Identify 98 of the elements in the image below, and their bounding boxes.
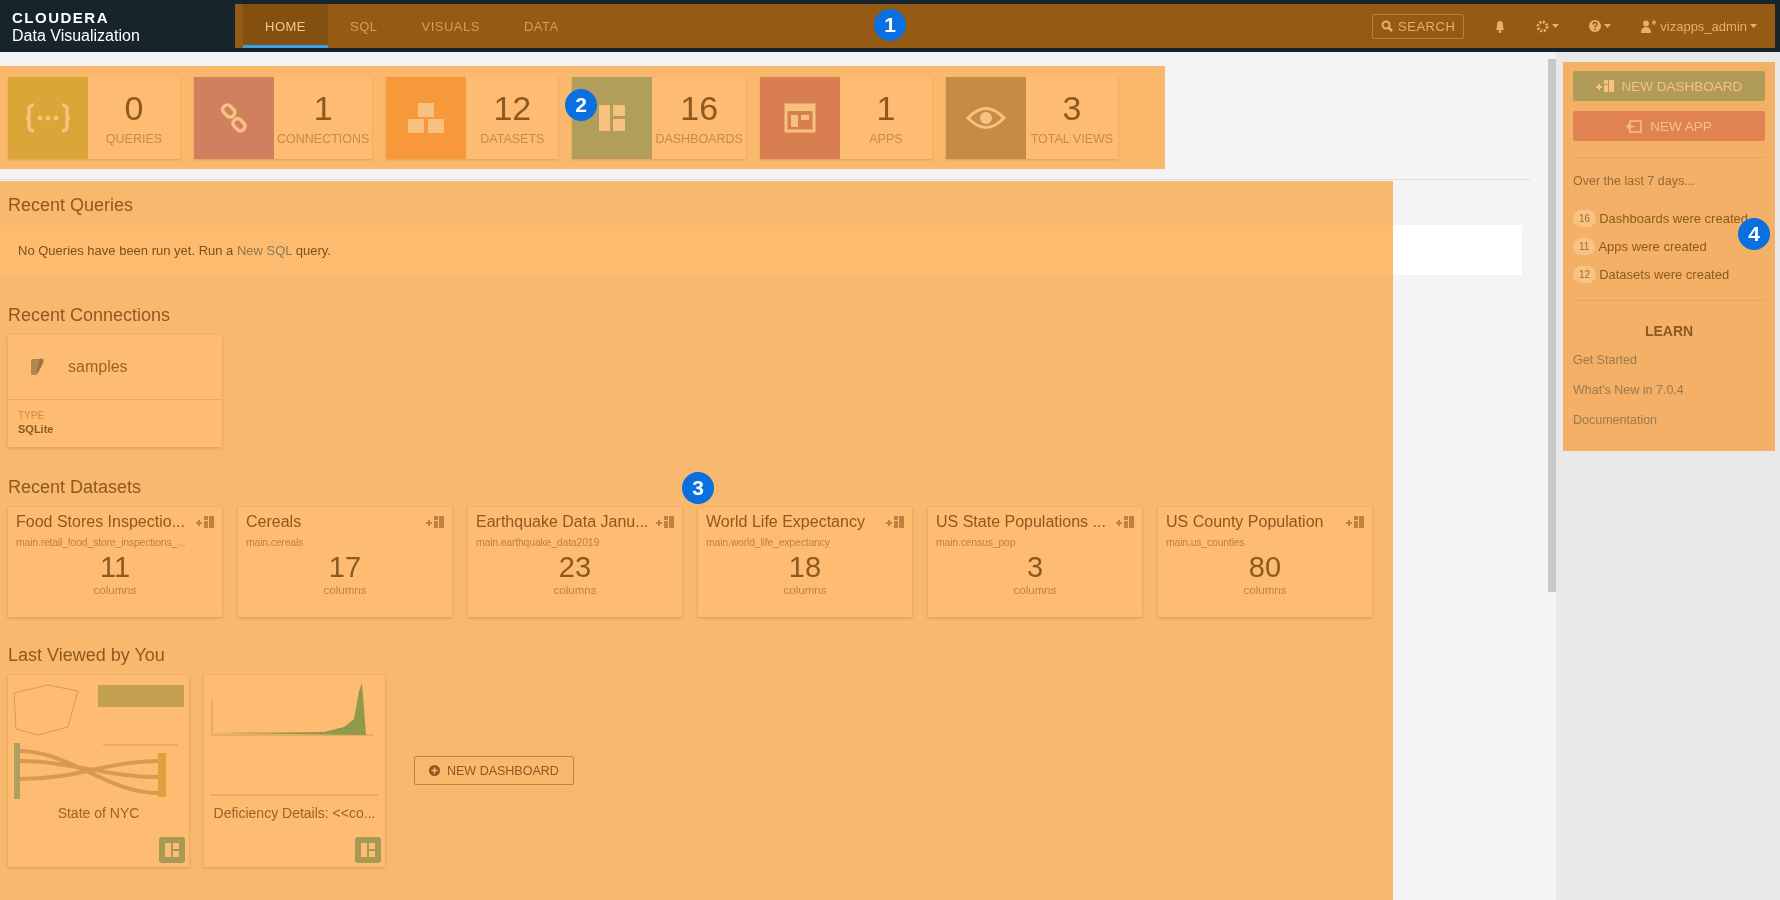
search-button[interactable]: SEARCH — [1372, 13, 1465, 39]
add-dashboard-icon[interactable] — [656, 516, 674, 528]
activity-text: Apps were created — [1598, 239, 1707, 254]
caret-icon — [1604, 24, 1612, 28]
dataset-card[interactable]: World Life Expectancy main.world_life_expectancy 18 columns — [698, 507, 912, 617]
stat-value: 3 — [1062, 89, 1082, 128]
help-icon — [1589, 20, 1602, 32]
count-unit: columns — [323, 584, 367, 596]
dataset-table: main.earthquake_data2019 — [476, 536, 674, 548]
count-unit: columns — [1243, 584, 1287, 596]
settings-icon — [1536, 19, 1550, 33]
dataset-card[interactable]: US State Populations ... main.census_pop 3 columns — [928, 507, 1142, 617]
add-dashboard-icon[interactable] — [196, 516, 214, 528]
new-dashboard-button[interactable]: NEW DASHBOARD — [414, 756, 574, 785]
count-unit: columns — [783, 584, 827, 596]
column-count: 3 — [1026, 551, 1044, 584]
dataset-name: Cereals — [246, 513, 302, 531]
dataset-table: main.world_life_expectancy — [706, 536, 904, 548]
dataset-card[interactable]: Cereals main.cereals 17 columns — [238, 507, 452, 617]
dataset-card[interactable]: Earthquake Data Janu... main.earthquake_data2019 23 columns — [468, 507, 682, 617]
stat-value: 0 — [124, 89, 144, 128]
learn-heading: LEARN — [1644, 323, 1694, 339]
section-title: Recent Connections — [8, 305, 171, 326]
stat-value: 16 — [680, 89, 719, 128]
user-name: vizapps_admin — [1660, 18, 1747, 34]
dashboard-title: Deficiency Details: <<co... — [213, 805, 376, 821]
count-unit: columns — [1013, 584, 1057, 596]
add-dashboard-icon[interactable] — [426, 516, 444, 528]
column-count: 11 — [99, 551, 131, 584]
dataset-table: main.retail_food_store_inspections_... — [16, 536, 214, 548]
dashboard-card[interactable]: Deficiency Details: <<co... — [204, 675, 385, 867]
database-icon — [28, 357, 46, 377]
learn-link[interactable]: Get Started — [1573, 353, 1765, 367]
column-count: 17 — [328, 551, 362, 584]
bell-icon[interactable] — [1494, 19, 1507, 33]
braces-icon — [25, 102, 71, 133]
add-dashboard-icon[interactable] — [1595, 80, 1614, 92]
plus-circle-icon — [429, 765, 440, 776]
nav-tab[interactable]: SQL — [328, 4, 400, 48]
nav-tab[interactable]: DATA — [501, 4, 581, 48]
activity-text: Datasets were created — [1599, 267, 1730, 282]
count-badge: 16 — [1573, 210, 1597, 227]
count-unit: columns — [553, 584, 597, 596]
dataset-table: main.census_pop — [936, 536, 1134, 548]
scrollbar[interactable] — [1548, 59, 1556, 592]
nav-tab[interactable]: HOME — [243, 4, 328, 48]
eye-icon — [965, 104, 1006, 131]
caret-icon — [1750, 24, 1757, 28]
learn-link[interactable]: What's New in 7.0.4 — [1573, 383, 1765, 397]
column-count: 18 — [788, 551, 822, 584]
section-title: Recent Queries — [8, 195, 134, 216]
stat-value: 1 — [876, 89, 896, 128]
dataset-card[interactable]: US County Population main.us_counties 80 columns — [1158, 507, 1372, 617]
count-unit: columns — [93, 584, 137, 596]
section-title: Last Viewed by You — [8, 645, 165, 666]
dashboard-title: State of NYC — [57, 805, 140, 821]
layout-icon — [783, 102, 816, 133]
dataset-table: main.cereals — [246, 536, 444, 548]
column-count: 80 — [1248, 551, 1282, 584]
dataset-name: Earthquake Data Janu... — [476, 513, 649, 531]
count-badge: 12 — [1573, 266, 1597, 283]
link-icon — [219, 102, 249, 133]
dashboard-badge-icon — [159, 837, 185, 863]
add-dashboard-icon[interactable] — [886, 516, 904, 528]
section-title: Recent Datasets — [8, 477, 142, 498]
stat-value: 1 — [313, 89, 333, 128]
dataset-name: Food Stores Inspectio... — [16, 513, 185, 531]
count-badge: 11 — [1573, 238, 1596, 255]
user-menu[interactable]: vizapps_admin — [1641, 18, 1757, 34]
dashboard-card[interactable]: State of NYC — [8, 675, 189, 867]
dashboard-badge-icon — [355, 837, 381, 863]
stat-value: 12 — [493, 89, 532, 128]
add-dashboard-icon[interactable] — [1116, 516, 1134, 528]
new-sql-link[interactable]: New SQL — [236, 242, 293, 258]
brand-logo: CLOUDERA — [12, 9, 110, 26]
help-menu[interactable] — [1589, 20, 1612, 32]
product-name: Data Visualization — [12, 27, 141, 45]
period-label: Over the last 7 days... — [1573, 174, 1696, 188]
activity-text: Dashboards were created — [1599, 211, 1748, 226]
connection-type: SQLite — [18, 423, 55, 435]
dataset-name: US County Population — [1166, 513, 1324, 531]
caret-icon — [1552, 24, 1560, 28]
cubes-icon — [406, 100, 447, 135]
search-icon — [1381, 20, 1394, 32]
empty-message: No Queries have been run yet. Run a New SQL query. — [18, 242, 331, 258]
dataset-table: main.us_counties — [1166, 536, 1364, 548]
add-app-icon — [1626, 119, 1643, 133]
dataset-name: US State Populations ... — [936, 513, 1106, 531]
dashboard-icon — [597, 102, 628, 133]
dataset-name: World Life Expectancy — [706, 513, 865, 531]
user-icon — [1641, 19, 1658, 33]
connection-name: samples — [68, 358, 128, 376]
dataset-card[interactable]: Food Stores Inspectio... main.retail_food_store_inspections_... 11 columns — [8, 507, 222, 617]
add-dashboard-icon[interactable] — [1346, 516, 1364, 528]
learn-link[interactable]: Documentation — [1573, 413, 1765, 427]
nav-tab[interactable]: VISUALS — [399, 4, 502, 48]
column-count: 23 — [558, 551, 592, 584]
settings-menu[interactable] — [1536, 19, 1560, 33]
